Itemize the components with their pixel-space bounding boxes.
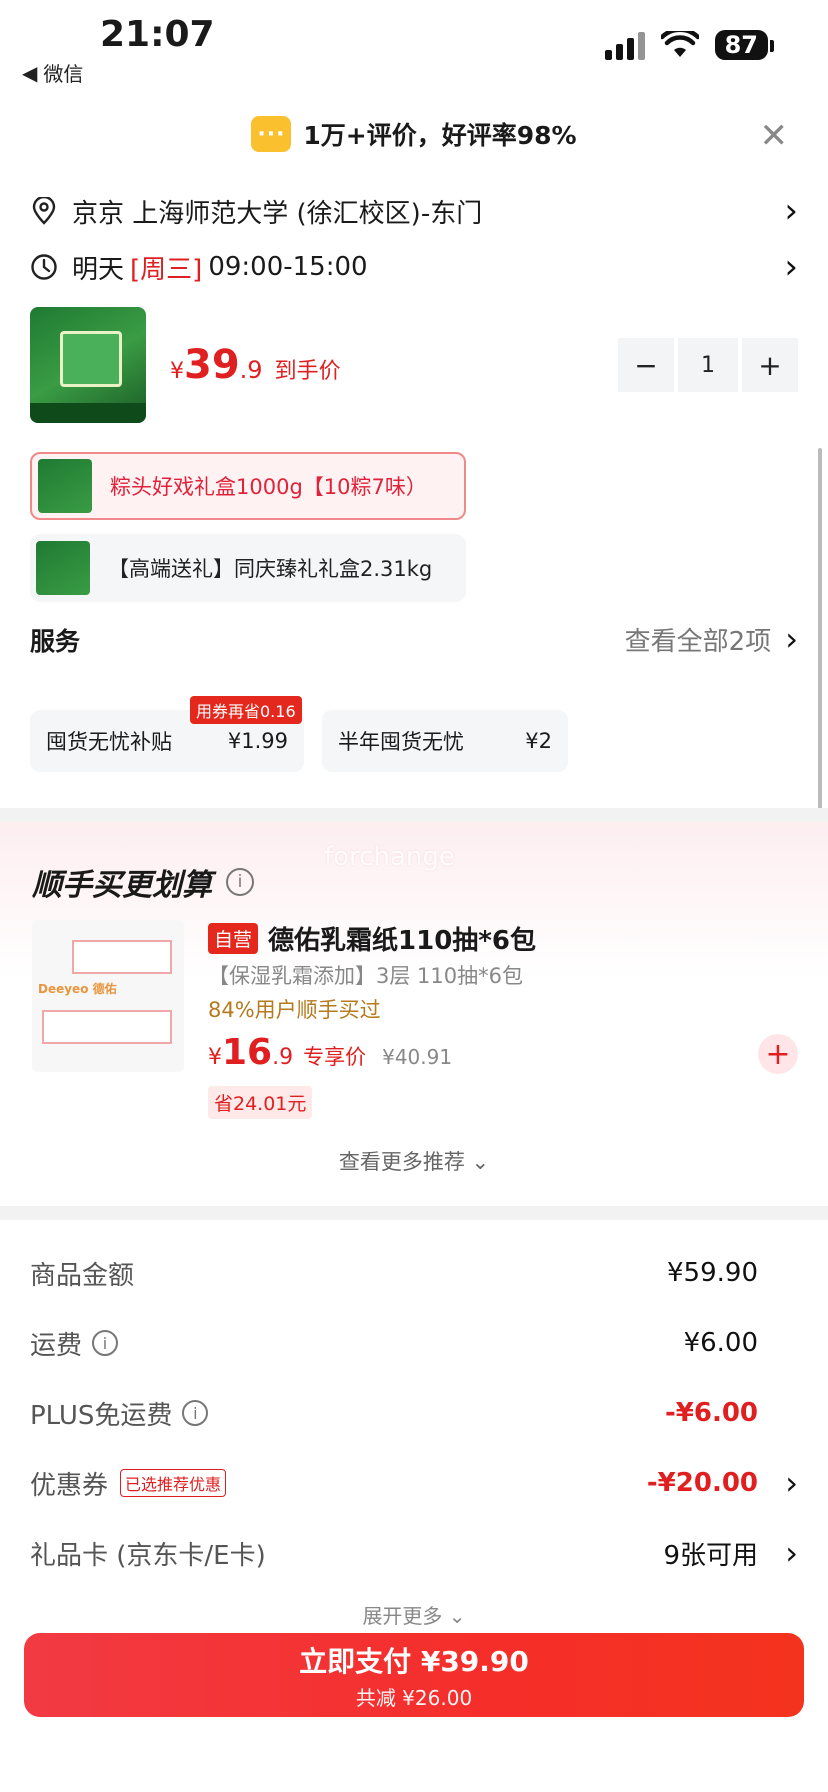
location-pin-icon [32,197,56,225]
expand-more-link[interactable]: 展开更多 ⌄ [0,1600,828,1629]
cellular-signal-icon [604,30,645,60]
add-to-order-button[interactable]: + [758,1034,798,1074]
address-text: 京京 上海师范大学 (徐汇校区)-东门 [72,198,483,229]
battery-indicator: 87 [714,30,775,60]
product-thumbnail[interactable] [30,307,146,423]
watermark-text: forchange [324,842,455,872]
services-title: 服务 [30,627,81,656]
service-price: ¥1.99 [227,729,288,753]
price-currency: ¥ [170,359,184,384]
variant-option[interactable]: 【高端送礼】同庆臻礼礼盒2.31kg [30,534,466,602]
chevron-right-icon: › [785,1464,798,1502]
recommend-section: forchange 顺手买更划算 i Deeyeo 德佑 自营 德佑乳霜纸110… [0,822,828,1198]
recommend-product-name[interactable]: 自营 德佑乳霜纸110抽*6包 [208,920,536,957]
gift-card-label: 礼品卡 (京东卡/E卡) [30,1540,266,1571]
pay-now-button[interactable]: 立即支付 ¥39.90 共减 ¥26.00 [24,1633,804,1717]
price-integer: 39 [184,342,240,388]
goods-amount-value: ¥59.90 [667,1258,758,1288]
clock-icon [31,254,57,280]
plus-free-shipping-label: PLUS免运费 [30,1400,173,1431]
recommend-subtitle: 【保湿乳霜添加】3层 110抽*6包 [208,964,523,988]
service-name: 半年囤货无忧 [338,730,464,754]
address-row[interactable]: 京京 上海师范大学 (徐汇校区)-东门 › [30,186,798,236]
shipping-value: ¥6.00 [683,1328,758,1358]
close-icon[interactable]: ✕ [760,116,789,156]
wifi-icon [660,31,699,57]
coupon-label: 优惠券 [30,1470,109,1501]
back-label: 微信 [43,62,84,86]
original-price: ¥40.91 [382,1045,453,1069]
variant-thumbnail [36,541,90,595]
section-divider [0,808,828,822]
goods-amount-label: 商品金额 [30,1260,135,1291]
coupon-recommend-tag: 已选推荐优惠 [120,1469,227,1497]
gift-card-value: 9张可用 [663,1540,758,1571]
service-card[interactable]: 半年囤货无忧 ¥2 [322,710,568,772]
chat-dots-icon: ··· [251,116,292,152]
shipping-label: 运费 [30,1330,83,1361]
service-name: 囤货无忧补贴 [46,730,172,754]
status-time: 21:07 [100,14,215,55]
recommend-title: 顺手买更划算 i [32,860,254,904]
coupon-row[interactable]: 优惠券 已选推荐优惠 -¥20.00 › [30,1458,798,1508]
price-tag: 到手价 [274,359,341,384]
back-to-wechat[interactable]: ◀ 微信 [22,58,83,87]
recommend-bought-rate: 84%用户顺手买过 [208,998,381,1022]
service-price: ¥2 [525,729,552,753]
delivery-row[interactable]: 明天 [周三] 09:00-15:00 › [30,242,798,292]
variant-label: 粽头好戏礼盒1000g【10粽7味） [110,475,427,499]
pay-now-label: 立即支付 ¥39.90 [299,1644,529,1678]
product-row: ¥ 39 .9 到手价 − 1 + [30,306,798,424]
price-currency: ¥ [208,1045,222,1070]
product-price: ¥ 39 .9 到手价 [170,342,341,388]
chevron-right-icon: › [784,247,798,287]
status-bar: 21:07 ◀ 微信 87 [0,0,828,96]
save-amount-tag: 省24.01元 [208,1086,313,1119]
delivery-day: 明天 [72,254,125,285]
info-icon[interactable]: i [226,868,254,896]
recommend-price: ¥ 16 .9 专享价 ¥40.91 [208,1032,452,1073]
plus-free-shipping-row: PLUS免运费 i -¥6.00 [30,1388,798,1438]
see-more-recommend-link[interactable]: 查看更多推荐 ⌄ [0,1146,828,1176]
coupon-save-badge: 用券再省0.16 [190,696,302,724]
increase-button[interactable]: + [742,338,798,392]
services-link-label: 查看全部2项 [624,626,772,657]
variant-option-selected[interactable]: 粽头好戏礼盒1000g【10粽7味） [30,452,466,520]
review-text: 1万+评价，好评率98% [303,121,577,150]
price-integer: 16 [222,1032,273,1073]
review-banner: ··· 1万+评价，好评率98% ✕ [0,108,828,160]
quantity-value[interactable]: 1 [678,338,738,392]
shipping-row: 运费 i ¥6.00 [30,1318,798,1368]
delivery-time: 09:00-15:00 [208,252,368,282]
chevron-right-icon: › [785,1534,798,1572]
self-operated-badge: 自营 [208,923,259,954]
variant-label: 【高端送礼】同庆臻礼礼盒2.31kg [108,557,433,581]
recommend-product-image[interactable]: Deeyeo 德佑 [32,920,184,1072]
brand-label: Deeyeo 德佑 [38,982,117,996]
tissue-box-shape [42,1010,172,1044]
exclusive-price-label: 专享价 [303,1045,367,1069]
section-divider [0,1206,828,1220]
pay-discount-label: 共减 ¥26.00 [355,1685,473,1710]
recommend-title-text: 顺手买更划算 [32,868,212,903]
quantity-stepper: − 1 + [618,338,798,392]
info-icon[interactable]: i [182,1400,209,1426]
price-decimal: .9 [239,356,263,384]
gift-card-row[interactable]: 礼品卡 (京东卡/E卡) 9张可用 › [30,1528,798,1578]
recommend-name-text: 德佑乳霜纸110抽*6包 [268,926,536,956]
chevron-right-icon: › [784,191,798,231]
variant-thumbnail [38,459,92,513]
status-indicators: 87 [604,30,775,60]
price-decimal: .9 [272,1045,294,1070]
plus-free-shipping-value: -¥6.00 [664,1398,758,1428]
tissue-box-shape [72,940,172,974]
back-triangle-icon: ◀ [22,60,38,85]
chevron-right-icon: › [785,620,798,658]
delivery-weekday: [周三] [130,254,203,285]
services-view-all-link[interactable]: 查看全部2项 › [625,620,798,658]
coupon-value: -¥20.00 [646,1468,758,1498]
goods-amount-row: 商品金额 ¥59.90 [30,1248,798,1298]
decrease-button[interactable]: − [618,338,674,392]
info-icon[interactable]: i [92,1330,119,1356]
